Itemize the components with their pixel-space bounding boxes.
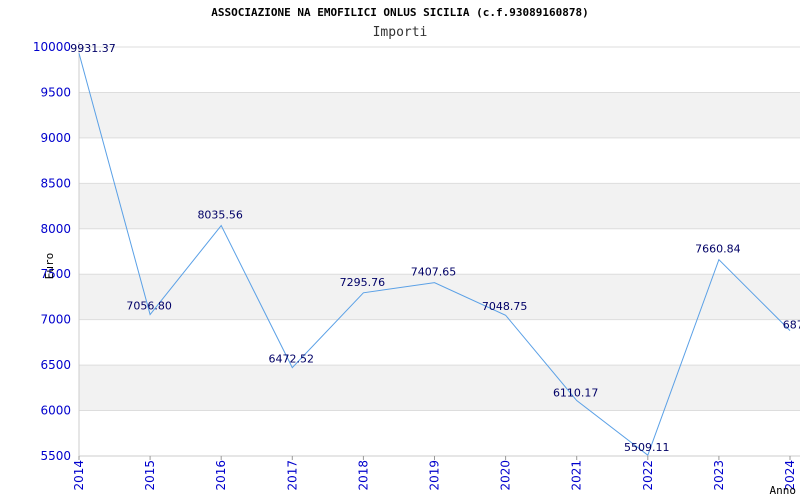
x-tick-label: 2015 [143,460,157,491]
x-tick-label: 2020 [499,460,513,491]
x-tick-label: 2017 [285,460,299,491]
y-tick-label: 6500 [40,358,71,372]
grid-band [79,365,800,411]
x-axis-ticks: 2014 2015 2016 2017 2018 2019 2020 2021 2022 2023… [72,456,797,491]
data-label: 7407.65 [411,266,457,279]
data-label: 7295.76 [340,276,386,289]
grid-bands [79,92,800,411]
data-label: 6879.0 [783,319,800,332]
y-tick-label: 8000 [40,222,71,236]
x-tick-label: 2022 [641,460,655,491]
y-axis-label: Euro [43,253,56,280]
data-label: 7056.80 [126,300,172,313]
data-label: 6472.52 [269,353,315,366]
y-tick-label: 6000 [40,404,71,418]
x-tick-label: 2021 [570,460,584,491]
data-label: 5509.11 [624,441,670,454]
line-chart: 5500600065007000750080008500900095001000… [33,40,800,497]
x-axis-label: Anno [770,484,797,497]
y-tick-label: 9000 [40,131,71,145]
y-tick-label: 5500 [40,449,71,463]
data-label: 6110.17 [553,387,599,400]
x-tick-label: 2019 [428,460,442,491]
grid-band [79,274,800,320]
x-tick-label: 2023 [712,460,726,491]
x-tick-label: 2014 [72,460,86,491]
y-axis-ticks: 5500600065007000750080008500900095001000… [33,40,71,463]
x-tick-label: 2016 [214,460,228,491]
data-label: 7660.84 [695,243,741,256]
data-label: 7048.75 [482,300,528,313]
y-tick-label: 8500 [40,176,71,190]
y-tick-label: 7000 [40,313,71,327]
y-tick-label: 10000 [33,40,71,54]
x-tick-label: 2018 [356,460,370,491]
grid-band [79,183,800,229]
data-label: 9931.37 [70,42,116,55]
data-label: 8035.56 [197,209,243,222]
grid-band [79,92,800,138]
y-tick-label: 9500 [40,85,71,99]
